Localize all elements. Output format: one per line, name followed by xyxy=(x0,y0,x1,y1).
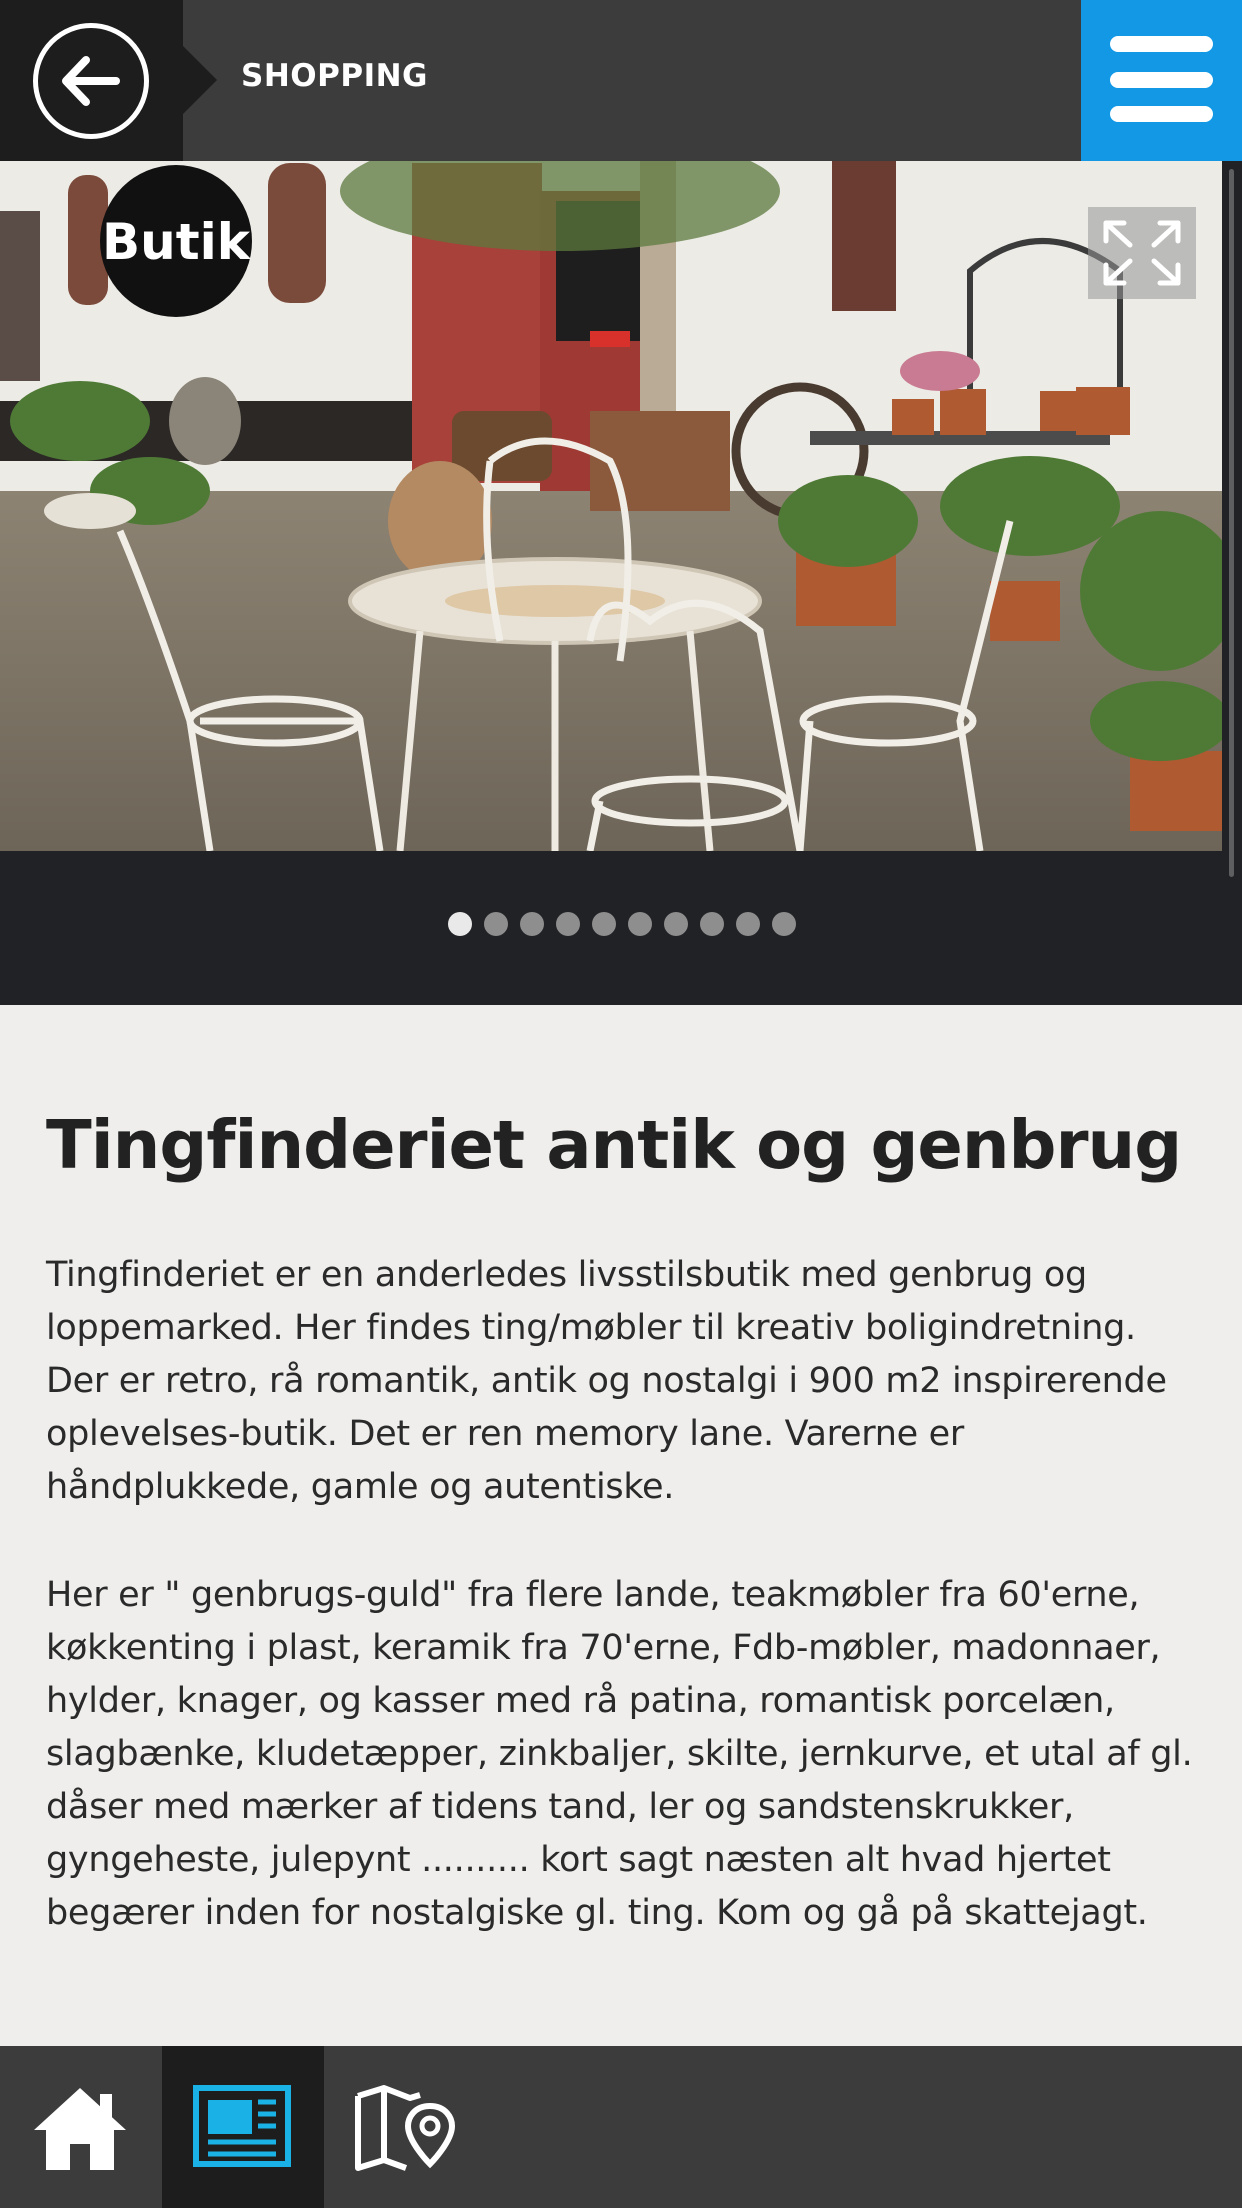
butik-sign: Butik xyxy=(102,213,252,271)
map-pin-icon xyxy=(355,2085,456,2171)
gallery-pagination-dots xyxy=(448,912,796,936)
header-title: SHOPPING xyxy=(241,58,428,94)
article-paragraph: Tingfinderiet er en anderledes livsstils… xyxy=(46,1255,1167,1508)
image-gallery[interactable]: Butik xyxy=(0,161,1242,1005)
arrow-left-icon xyxy=(62,56,120,106)
app-screen: SHOPPING Butik Tingfinderiet antik og ge… xyxy=(0,0,1242,2208)
expand-icon xyxy=(1103,220,1181,286)
shop-courtyard-photo: Butik xyxy=(0,161,1222,851)
top-header: SHOPPING xyxy=(0,0,1242,161)
article-paragraph: Her er " genbrugs-guld" fra flere lande,… xyxy=(46,1575,1193,1934)
pagination-dot[interactable] xyxy=(448,912,472,936)
nav-article-button[interactable] xyxy=(162,2046,324,2208)
gallery-photo[interactable]: Butik xyxy=(0,161,1222,851)
pagination-dot[interactable] xyxy=(628,912,652,936)
menu-button[interactable] xyxy=(1081,0,1242,161)
expand-button[interactable] xyxy=(1088,207,1196,299)
nav-home-button[interactable] xyxy=(0,2046,162,2208)
gallery-scrollbar[interactable] xyxy=(1229,169,1234,877)
pagination-dot[interactable] xyxy=(700,912,724,936)
pagination-dot[interactable] xyxy=(736,912,760,936)
pagination-dot[interactable] xyxy=(772,912,796,936)
pagination-dot[interactable] xyxy=(556,912,580,936)
article-icon xyxy=(193,2085,291,2167)
nav-map-button[interactable] xyxy=(324,2046,486,2208)
hamburger-menu-icon-bar xyxy=(1110,72,1213,88)
hamburger-menu-icon-bar xyxy=(1110,106,1213,122)
article-title: Tingfinderiet antik og genbrug xyxy=(46,1106,1182,1184)
pagination-dot[interactable] xyxy=(592,912,616,936)
back-button[interactable] xyxy=(33,23,149,139)
back-tile[interactable] xyxy=(0,0,217,161)
home-icon xyxy=(34,2088,126,2170)
pagination-dot[interactable] xyxy=(664,912,688,936)
pagination-dot[interactable] xyxy=(520,912,544,936)
hamburger-menu-icon xyxy=(1110,36,1213,52)
pagination-dot[interactable] xyxy=(484,912,508,936)
article-content: Tingfinderiet antik og genbrug Tingfinde… xyxy=(0,1005,1242,2046)
bottom-navigation xyxy=(0,2046,1242,2208)
